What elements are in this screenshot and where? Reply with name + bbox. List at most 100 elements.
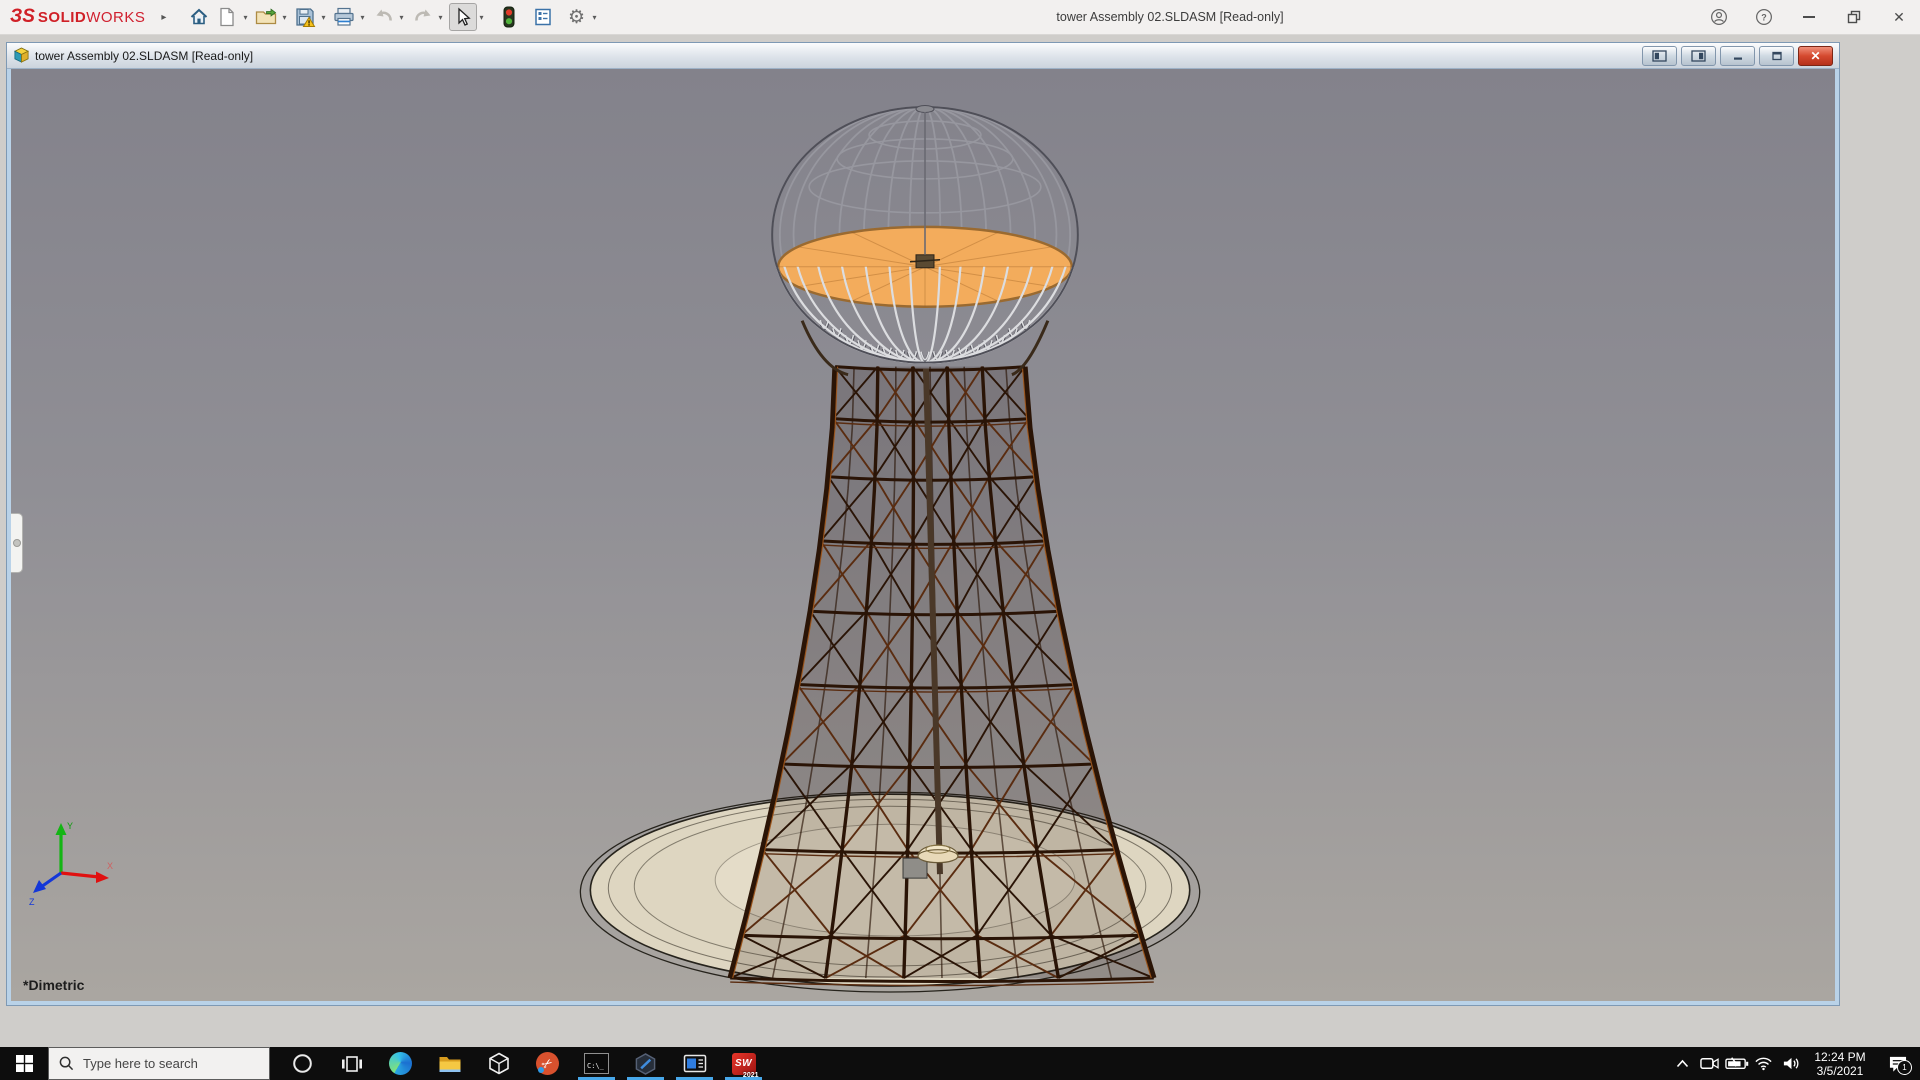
orientation-triad: Y X Z bbox=[27, 817, 119, 922]
hexagon-app-icon bbox=[634, 1052, 657, 1076]
help-button[interactable]: ? bbox=[1755, 8, 1773, 26]
taskbar-item-edge[interactable] bbox=[376, 1047, 425, 1080]
notification-center-button[interactable]: 1 bbox=[1876, 1047, 1920, 1080]
redo-dropdown-caret[interactable]: ▾ bbox=[439, 13, 443, 22]
triad-x-axis: X bbox=[61, 861, 113, 883]
options-gear-icon: ⚙ bbox=[568, 8, 585, 27]
left-pane-toggle-button[interactable] bbox=[1642, 46, 1677, 66]
feature-tree-collapsed-tab[interactable] bbox=[11, 513, 23, 573]
print-dropdown-caret[interactable]: ▾ bbox=[360, 13, 364, 22]
view-orientation-label: *Dimetric bbox=[23, 977, 84, 993]
save-button[interactable] bbox=[292, 4, 318, 30]
taskbar-item-file-explorer[interactable] bbox=[425, 1047, 474, 1080]
undo-dropdown-caret[interactable]: ▾ bbox=[400, 13, 404, 22]
new-dropdown-caret[interactable]: ▾ bbox=[243, 13, 247, 22]
document-minimize-icon bbox=[1732, 51, 1744, 61]
tray-chevron-button[interactable] bbox=[1669, 1047, 1696, 1080]
select-cursor-icon bbox=[453, 7, 473, 27]
taskbar-item-hexagon-app[interactable] bbox=[621, 1047, 670, 1080]
solidworks-logo-light: WORKS bbox=[86, 9, 145, 26]
new-document-icon bbox=[218, 7, 236, 27]
document-title: tower Assembly 02.SLDASM [Read-only] bbox=[35, 49, 253, 63]
document-minimize-button[interactable] bbox=[1720, 46, 1755, 66]
edge-icon bbox=[389, 1052, 412, 1075]
taskbar-item-task-view[interactable] bbox=[327, 1047, 376, 1080]
document-close-button[interactable]: ✕ bbox=[1798, 46, 1833, 66]
start-button[interactable] bbox=[0, 1047, 48, 1080]
taskbar-item-media-app[interactable] bbox=[670, 1047, 719, 1080]
solidworks-logo-glyph: ЗS bbox=[10, 6, 35, 28]
options-dropdown-caret[interactable]: ▾ bbox=[593, 13, 597, 22]
tray-meet-now[interactable] bbox=[1696, 1047, 1723, 1080]
save-dropdown-caret[interactable]: ▾ bbox=[321, 13, 325, 22]
options-button[interactable]: ⚙ bbox=[564, 4, 590, 30]
document-restore-button[interactable] bbox=[1759, 46, 1794, 66]
clock-time: 12:24 PM bbox=[1804, 1050, 1876, 1064]
minimize-button[interactable] bbox=[1800, 8, 1818, 26]
search-placeholder-text: Type here to search bbox=[83, 1056, 198, 1071]
taskbar-search-input[interactable]: Type here to search bbox=[48, 1047, 270, 1080]
taskbar-item-cortana[interactable] bbox=[278, 1047, 327, 1080]
document-restore-icon bbox=[1771, 51, 1783, 61]
undo-button bbox=[371, 4, 397, 30]
home-button[interactable] bbox=[186, 4, 212, 30]
home-icon bbox=[189, 7, 209, 27]
taskbar-clock[interactable]: 12:24 PM 3/5/2021 bbox=[1804, 1050, 1876, 1078]
volume-icon bbox=[1782, 1056, 1800, 1071]
command-prompt-icon: C:\_ bbox=[584, 1053, 609, 1074]
clock-date: 3/5/2021 bbox=[1804, 1064, 1876, 1078]
window-title: tower Assembly 02.SLDASM [Read-only] bbox=[880, 10, 1460, 24]
rebuild-button[interactable] bbox=[496, 4, 522, 30]
wifi-icon bbox=[1754, 1056, 1773, 1071]
taskbar-item-command-prompt[interactable]: C:\_ bbox=[572, 1047, 621, 1080]
right-pane-icon bbox=[1691, 50, 1706, 62]
file-properties-button[interactable] bbox=[530, 4, 556, 30]
open-dropdown-caret[interactable]: ▾ bbox=[282, 13, 286, 22]
restore-button[interactable] bbox=[1845, 8, 1863, 26]
restore-icon bbox=[1846, 9, 1862, 25]
select-dropdown-caret[interactable]: ▾ bbox=[480, 13, 484, 22]
cortana-icon bbox=[292, 1053, 313, 1074]
close-button[interactable]: ✕ bbox=[1890, 8, 1908, 26]
print-icon bbox=[333, 6, 355, 28]
save-icon bbox=[294, 6, 316, 28]
notification-count-badge: 1 bbox=[1897, 1060, 1912, 1075]
help-icon: ? bbox=[1755, 7, 1773, 27]
redo-icon bbox=[412, 6, 434, 28]
account-icon bbox=[1710, 7, 1728, 27]
viewport[interactable]: Y X Z *Dimetric bbox=[11, 69, 1835, 1001]
tray-volume[interactable] bbox=[1777, 1047, 1804, 1080]
tray-battery[interactable] bbox=[1723, 1047, 1750, 1080]
tower-assembly-model[interactable] bbox=[11, 69, 1835, 1001]
search-icon bbox=[59, 1056, 74, 1071]
document-window: tower Assembly 02.SLDASM [Read-only] bbox=[6, 42, 1840, 1006]
solidworks-logo[interactable]: ЗS SOLID WORKS bbox=[10, 6, 145, 28]
taskbar-item-snip[interactable]: ✂ bbox=[523, 1047, 572, 1080]
triad-y-axis: Y bbox=[56, 821, 74, 873]
rebuild-traffic-light-icon bbox=[502, 6, 516, 28]
svg-text:?: ? bbox=[1761, 12, 1767, 22]
file-explorer-icon bbox=[438, 1054, 462, 1074]
taskbar: Type here to search bbox=[0, 1047, 1920, 1080]
windows-start-icon bbox=[16, 1055, 33, 1072]
menu-expand-arrow[interactable]: ▸ bbox=[161, 12, 166, 23]
task-view-icon bbox=[341, 1055, 363, 1073]
taskbar-item-solidworks[interactable]: SW 2021 bbox=[719, 1047, 768, 1080]
account-button[interactable] bbox=[1710, 8, 1728, 26]
open-button[interactable] bbox=[253, 4, 279, 30]
taskbar-item-3d-viewer[interactable] bbox=[474, 1047, 523, 1080]
chevron-up-icon bbox=[1676, 1059, 1689, 1068]
right-pane-toggle-button[interactable] bbox=[1681, 46, 1716, 66]
select-tool-button[interactable] bbox=[449, 3, 477, 31]
triad-z-axis: Z bbox=[29, 873, 61, 907]
tray-network[interactable] bbox=[1750, 1047, 1777, 1080]
battery-charging-icon bbox=[1725, 1056, 1749, 1071]
new-document-button[interactable] bbox=[214, 4, 240, 30]
file-properties-icon bbox=[533, 7, 553, 27]
left-pane-icon bbox=[1652, 50, 1667, 62]
assembly-icon bbox=[13, 47, 30, 64]
print-button[interactable] bbox=[331, 4, 357, 30]
solidworks-app-icon: SW 2021 bbox=[732, 1053, 756, 1075]
document-titlebar[interactable]: tower Assembly 02.SLDASM [Read-only] bbox=[7, 43, 1839, 69]
app-titlebar: ЗS SOLID WORKS ▸ ▾ ▾ bbox=[0, 0, 1920, 35]
